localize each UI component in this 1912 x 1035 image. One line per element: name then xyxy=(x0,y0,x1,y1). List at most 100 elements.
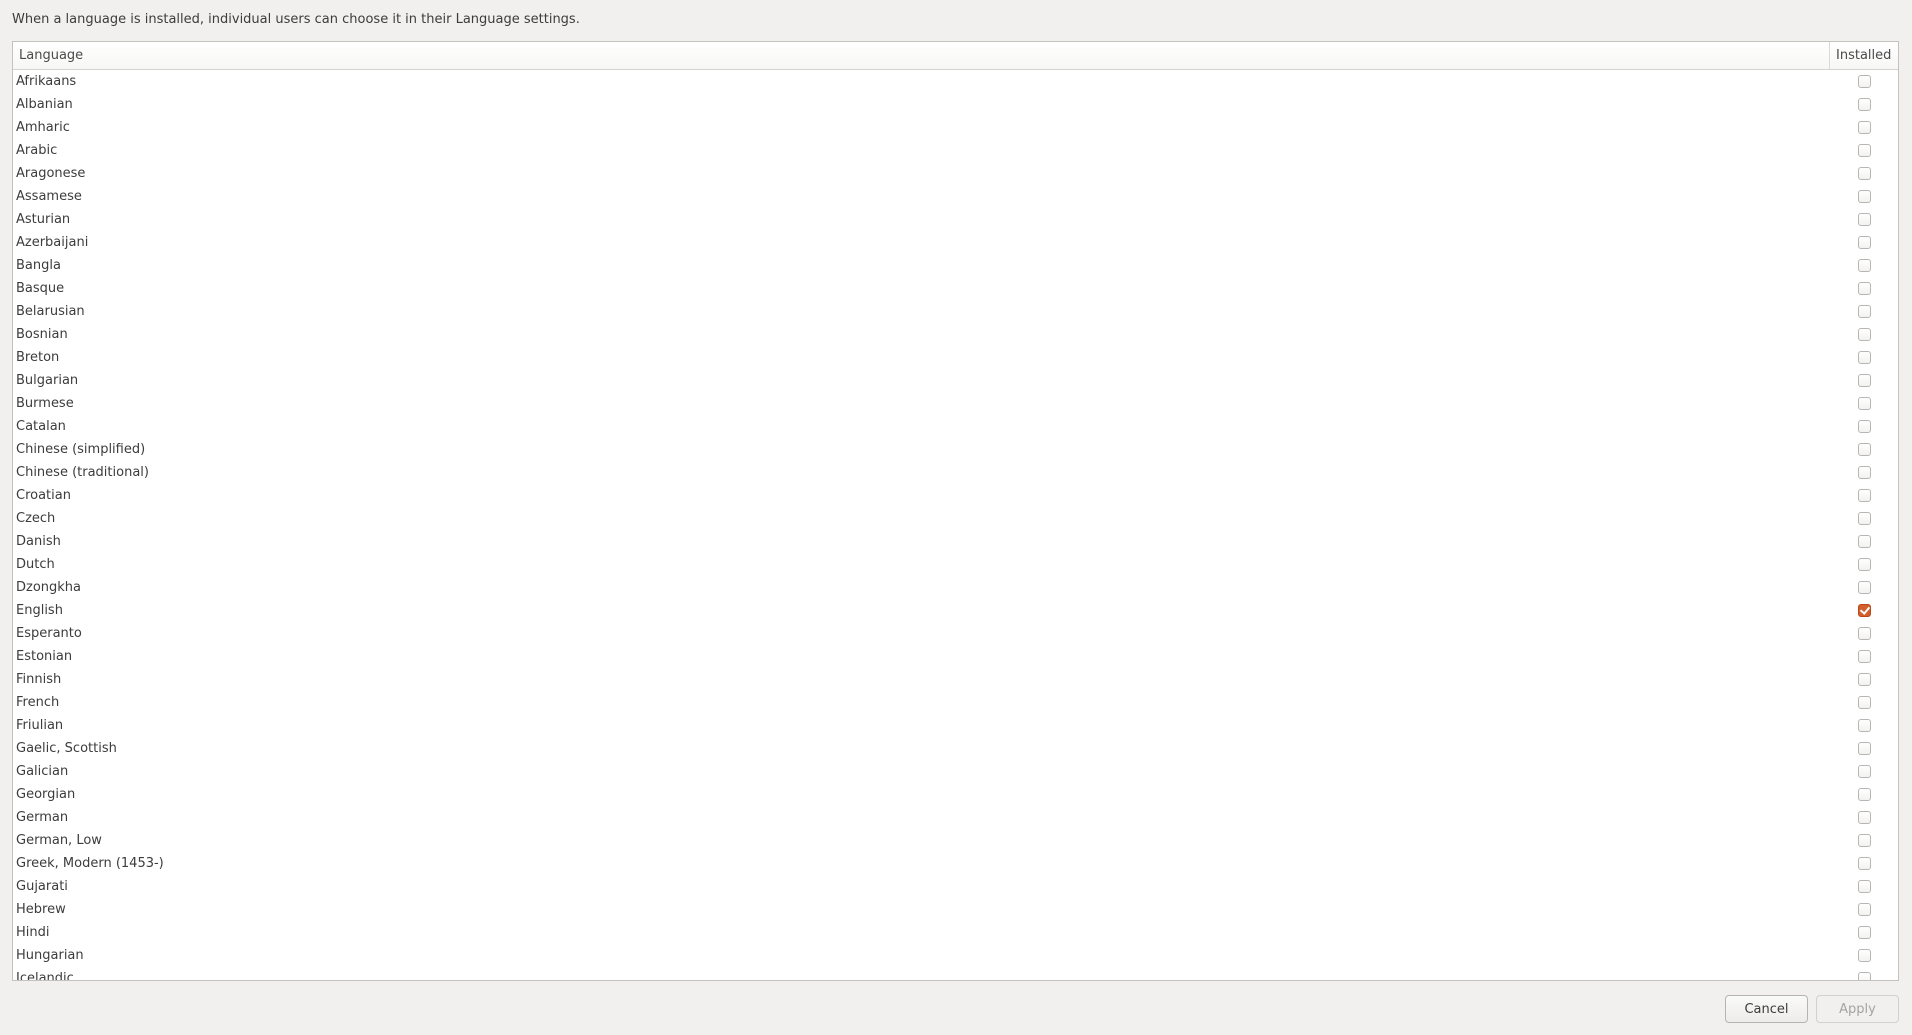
table-row[interactable]: Friulian xyxy=(13,714,1898,737)
table-row[interactable]: Danish xyxy=(13,530,1898,553)
table-row[interactable]: Basque xyxy=(13,277,1898,300)
table-row[interactable]: Arabic xyxy=(13,139,1898,162)
installed-checkbox[interactable] xyxy=(1857,949,1871,962)
language-table: Language Installed Afrikaans Albanian Amha… xyxy=(12,41,1899,981)
installed-checkbox[interactable] xyxy=(1857,443,1871,456)
installed-checkbox[interactable] xyxy=(1857,811,1871,824)
installed-checkbox[interactable] xyxy=(1857,627,1871,640)
installed-checkbox[interactable] xyxy=(1857,466,1871,479)
table-row[interactable]: Gujarati xyxy=(13,875,1898,898)
installed-checkbox[interactable] xyxy=(1857,581,1871,594)
table-row[interactable]: Georgian xyxy=(13,783,1898,806)
installed-checkbox[interactable] xyxy=(1857,420,1871,433)
table-body[interactable]: Afrikaans Albanian Amharic Arabic Aragonese A… xyxy=(13,70,1898,980)
installed-cell xyxy=(1830,949,1898,962)
table-row[interactable]: Catalan xyxy=(13,415,1898,438)
installed-checkbox-checked[interactable] xyxy=(1857,604,1871,617)
table-row[interactable]: Burmese xyxy=(13,392,1898,415)
language-name: Bulgarian xyxy=(16,373,79,388)
table-row[interactable]: Hindi xyxy=(13,921,1898,944)
table-row[interactable]: Dzongkha xyxy=(13,576,1898,599)
installed-checkbox[interactable] xyxy=(1857,558,1871,571)
installed-checkbox[interactable] xyxy=(1857,696,1871,709)
installed-checkbox[interactable] xyxy=(1857,167,1871,180)
installed-cell xyxy=(1830,673,1898,686)
installed-checkbox[interactable] xyxy=(1857,650,1871,663)
installed-cell xyxy=(1830,144,1898,157)
installed-checkbox[interactable] xyxy=(1857,926,1871,939)
table-row[interactable]: Icelandic xyxy=(13,967,1898,980)
installed-checkbox[interactable] xyxy=(1857,903,1871,916)
table-row[interactable]: Azerbaijani xyxy=(13,231,1898,254)
installed-checkbox[interactable] xyxy=(1857,236,1871,249)
table-row[interactable]: Gaelic, Scottish xyxy=(13,737,1898,760)
table-row[interactable]: German, Low xyxy=(13,829,1898,852)
installed-checkbox[interactable] xyxy=(1857,673,1871,686)
installed-checkbox[interactable] xyxy=(1857,98,1871,111)
apply-button[interactable]: Apply xyxy=(1816,995,1899,1023)
table-row[interactable]: Chinese (traditional) xyxy=(13,461,1898,484)
language-name: Hindi xyxy=(16,925,50,940)
table-row[interactable]: Bulgarian xyxy=(13,369,1898,392)
table-row[interactable]: English xyxy=(13,599,1898,622)
table-row[interactable]: Belarusian xyxy=(13,300,1898,323)
installed-checkbox[interactable] xyxy=(1857,121,1871,134)
table-row[interactable]: Bosnian xyxy=(13,323,1898,346)
language-name: Amharic xyxy=(16,120,70,135)
table-row[interactable]: Assamese xyxy=(13,185,1898,208)
table-row[interactable]: Amharic xyxy=(13,116,1898,139)
installed-checkbox[interactable] xyxy=(1857,259,1871,272)
cancel-button[interactable]: Cancel xyxy=(1725,995,1808,1023)
table-row[interactable]: Finnish xyxy=(13,668,1898,691)
installed-checkbox[interactable] xyxy=(1857,857,1871,870)
table-row[interactable]: Albanian xyxy=(13,93,1898,116)
installed-checkbox[interactable] xyxy=(1857,213,1871,226)
table-row[interactable]: Esperanto xyxy=(13,622,1898,645)
installed-checkbox[interactable] xyxy=(1857,512,1871,525)
installed-checkbox[interactable] xyxy=(1857,834,1871,847)
installed-checkbox[interactable] xyxy=(1857,397,1871,410)
table-row[interactable]: Greek, Modern (1453-) xyxy=(13,852,1898,875)
installed-cell xyxy=(1830,397,1898,410)
table-row[interactable]: Bangla xyxy=(13,254,1898,277)
table-row[interactable]: Croatian xyxy=(13,484,1898,507)
language-name: Friulian xyxy=(16,718,64,733)
table-row[interactable]: Czech xyxy=(13,507,1898,530)
column-header-installed[interactable]: Installed xyxy=(1830,42,1898,69)
table-row[interactable]: French xyxy=(13,691,1898,714)
installed-checkbox[interactable] xyxy=(1857,351,1871,364)
table-row[interactable]: Chinese (simplified) xyxy=(13,438,1898,461)
installed-checkbox[interactable] xyxy=(1857,75,1871,88)
table-row[interactable]: German xyxy=(13,806,1898,829)
installed-checkbox[interactable] xyxy=(1857,972,1871,980)
installed-cell xyxy=(1830,742,1898,755)
installed-checkbox[interactable] xyxy=(1857,190,1871,203)
table-row[interactable]: Hungarian xyxy=(13,944,1898,967)
installed-checkbox[interactable] xyxy=(1857,305,1871,318)
table-row[interactable]: Afrikaans xyxy=(13,70,1898,93)
installed-checkbox[interactable] xyxy=(1857,880,1871,893)
installed-checkbox[interactable] xyxy=(1857,374,1871,387)
table-row[interactable]: Dutch xyxy=(13,553,1898,576)
table-row[interactable]: Hebrew xyxy=(13,898,1898,921)
installed-checkbox[interactable] xyxy=(1857,742,1871,755)
installed-checkbox[interactable] xyxy=(1857,282,1871,295)
language-name: German xyxy=(16,810,69,825)
table-row[interactable]: Asturian xyxy=(13,208,1898,231)
installed-checkbox[interactable] xyxy=(1857,144,1871,157)
installed-cell xyxy=(1830,259,1898,272)
installed-checkbox[interactable] xyxy=(1857,788,1871,801)
installed-cell xyxy=(1830,696,1898,709)
table-row[interactable]: Galician xyxy=(13,760,1898,783)
table-row[interactable]: Aragonese xyxy=(13,162,1898,185)
language-name: Dzongkha xyxy=(16,580,82,595)
table-row[interactable]: Breton xyxy=(13,346,1898,369)
installed-checkbox[interactable] xyxy=(1857,489,1871,502)
installed-checkbox[interactable] xyxy=(1857,719,1871,732)
installed-checkbox[interactable] xyxy=(1857,765,1871,778)
column-header-language[interactable]: Language xyxy=(13,42,1830,69)
language-name: French xyxy=(16,695,60,710)
installed-checkbox[interactable] xyxy=(1857,328,1871,341)
installed-checkbox[interactable] xyxy=(1857,535,1871,548)
table-row[interactable]: Estonian xyxy=(13,645,1898,668)
